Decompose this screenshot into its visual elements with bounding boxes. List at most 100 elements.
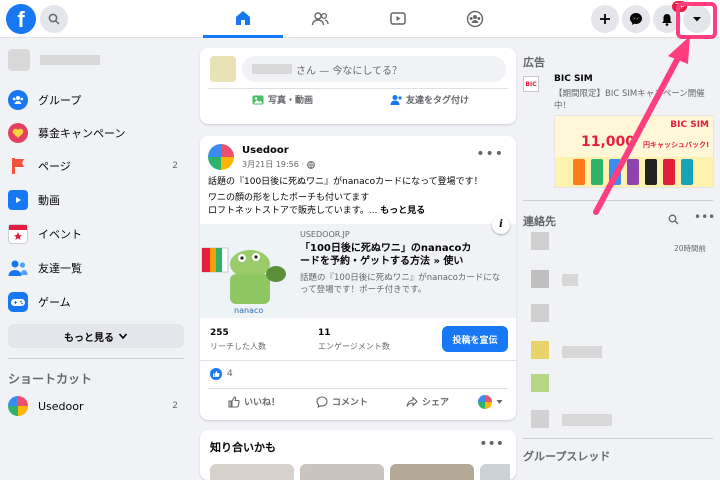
tab-watch[interactable] xyxy=(358,0,438,38)
contact-avatar[interactable] xyxy=(531,232,549,250)
suggestion-thumbnail[interactable] xyxy=(480,464,510,480)
engagement-stat: 11 エンゲージメント数 xyxy=(318,328,390,352)
contact-avatar[interactable] xyxy=(531,374,549,392)
groups-icon xyxy=(8,90,28,110)
post-meta: 3月21日 19:56 · xyxy=(242,159,315,170)
gaming-icon xyxy=(8,292,28,312)
contact-avatar[interactable] xyxy=(531,270,549,288)
like-count: 4 xyxy=(227,369,233,379)
usedoor-avatar xyxy=(8,396,28,416)
shortcut-label: Usedoor xyxy=(38,399,84,413)
reach-stat: 255 リーチした人数 xyxy=(210,328,266,352)
contact-avatar[interactable] xyxy=(531,410,549,428)
divider xyxy=(208,88,508,89)
link-preview[interactable]: nanaco USEDOOR.JP 「100日後に死ぬワニ」のnanacoカード… xyxy=(200,216,516,318)
tag-friends-button[interactable]: 友達をタグ付け xyxy=(390,93,469,106)
divider xyxy=(523,438,713,439)
see-more-link[interactable]: もっと見る xyxy=(380,206,425,216)
ad-banner-phones xyxy=(555,157,713,187)
fundraiser-icon xyxy=(8,123,28,143)
photo-video-button[interactable]: 写真・動画 xyxy=(252,93,313,106)
reaction-summary[interactable]: 4 xyxy=(210,368,233,380)
ad-advertiser-logo[interactable]: BIC xyxy=(523,76,539,92)
bell-icon xyxy=(662,13,672,26)
boost-post-button[interactable]: 投稿を宣伝 xyxy=(442,326,508,352)
see-more-button[interactable]: もっと見る xyxy=(8,324,184,348)
sidebar-item-count: 2 xyxy=(172,161,178,171)
divider xyxy=(8,358,184,359)
groups-icon xyxy=(466,10,484,28)
share-icon xyxy=(406,395,418,407)
comment-button[interactable]: コメント xyxy=(316,395,368,408)
highlight-annotation xyxy=(676,2,717,39)
pymk-title: 知り合いかも xyxy=(210,441,276,454)
engagement-label: エンゲージメント数 xyxy=(318,342,390,351)
post-timestamp[interactable]: 3月21日 19:56 · xyxy=(242,159,304,170)
create-button[interactable] xyxy=(591,5,619,33)
like-button[interactable]: いいね！ xyxy=(228,395,280,408)
sidebar-item-label: 友達一覧 xyxy=(38,262,82,275)
contact-avatar[interactable] xyxy=(531,304,549,322)
contact-last-active: 20時間前 xyxy=(674,244,707,253)
divider xyxy=(208,388,508,389)
photo-video-label: 写真・動画 xyxy=(268,96,314,106)
share-button[interactable]: シェア xyxy=(406,395,449,408)
tab-home[interactable] xyxy=(203,0,283,38)
shortcut-count: 2 xyxy=(172,401,178,411)
tag-friends-label: 友達をタグ付け xyxy=(406,96,470,106)
messenger-icon xyxy=(630,13,642,25)
sidebar-item-watch[interactable]: 動画 xyxy=(8,186,178,214)
sidebar-item-gaming[interactable]: ゲーム xyxy=(8,288,178,316)
suggestion-thumbnail[interactable] xyxy=(210,464,294,480)
shortcuts-title: ショートカット xyxy=(8,372,93,386)
user-name-blurred xyxy=(252,64,292,74)
suggestion-thumbnail[interactable] xyxy=(300,464,384,480)
avatar xyxy=(8,49,30,71)
sidebar-item-profile[interactable] xyxy=(8,46,178,74)
people-you-may-know-card: 知り合いかも ••• xyxy=(200,430,516,480)
like-label: いいね！ xyxy=(244,398,281,408)
messenger-button[interactable] xyxy=(622,5,650,33)
top-bar: f 7+ xyxy=(0,0,720,38)
shortcut-usedoor[interactable]: Usedoor 2 xyxy=(8,392,178,420)
globe-icon xyxy=(307,160,315,169)
sidebar-item-groups[interactable]: グループ xyxy=(8,86,178,114)
ads-title: 広告 xyxy=(523,56,545,69)
pages-icon xyxy=(8,156,28,176)
info-icon[interactable]: i xyxy=(492,216,510,234)
composer-card: さん — 今なにしてる？ 写真・動画 友達をタグ付け xyxy=(200,48,516,124)
ad-banner-amount: 11,000 xyxy=(581,134,636,150)
post-author[interactable]: Usedoor xyxy=(242,145,289,156)
post-as-selector[interactable] xyxy=(478,395,503,409)
contact-name-blurred xyxy=(562,274,578,286)
more-options-icon[interactable]: ••• xyxy=(476,146,504,162)
search-icon[interactable] xyxy=(668,214,679,225)
watch-icon xyxy=(8,190,28,210)
status-placeholder: さん — 今なにしてる？ xyxy=(296,65,403,77)
post-text-truncated: ロフトネットストアで販売しています。... xyxy=(208,206,378,216)
facebook-logo[interactable]: f xyxy=(6,4,36,34)
sidebar-item-fundraisers[interactable]: 募金キャンペーン xyxy=(8,119,178,147)
chevron-down-icon xyxy=(118,333,128,340)
reach-count: 255 xyxy=(210,328,229,338)
ad-advertiser-name[interactable]: BIC SIM xyxy=(554,74,593,84)
search-button[interactable] xyxy=(40,5,68,33)
caret-down-icon xyxy=(496,400,503,404)
sidebar-item-friends[interactable]: 友達一覧 xyxy=(8,254,178,282)
sidebar-item-pages[interactable]: ページ 2 xyxy=(8,152,178,180)
post-text-line: 話題の『100日後に死ぬワニ』がnanacoカードになって登場です！ xyxy=(208,177,483,187)
usedoor-avatar[interactable] xyxy=(208,144,234,170)
contact-avatar[interactable] xyxy=(531,341,549,359)
ad-banner-image[interactable]: BIC SIM 11,000 円キャッシュバック! xyxy=(554,115,714,188)
tab-friends[interactable] xyxy=(280,0,360,38)
comment-label: コメント xyxy=(332,398,369,408)
status-input[interactable]: さん — 今なにしてる？ xyxy=(242,56,506,82)
suggestion-thumbnail[interactable] xyxy=(390,464,474,480)
sidebar-item-events[interactable]: イベント xyxy=(8,220,178,248)
tab-groups[interactable] xyxy=(435,0,515,38)
link-description: 話題の『100日後に死ぬワニ』がnanacoカードになって登場です！ポーチ付きで… xyxy=(300,273,501,295)
more-options-icon[interactable]: ••• xyxy=(479,436,504,452)
more-options-icon[interactable]: ••• xyxy=(694,210,715,224)
link-image: nanaco xyxy=(200,224,292,318)
ad-banner-cashback: 円キャッシュバック! xyxy=(643,141,710,149)
